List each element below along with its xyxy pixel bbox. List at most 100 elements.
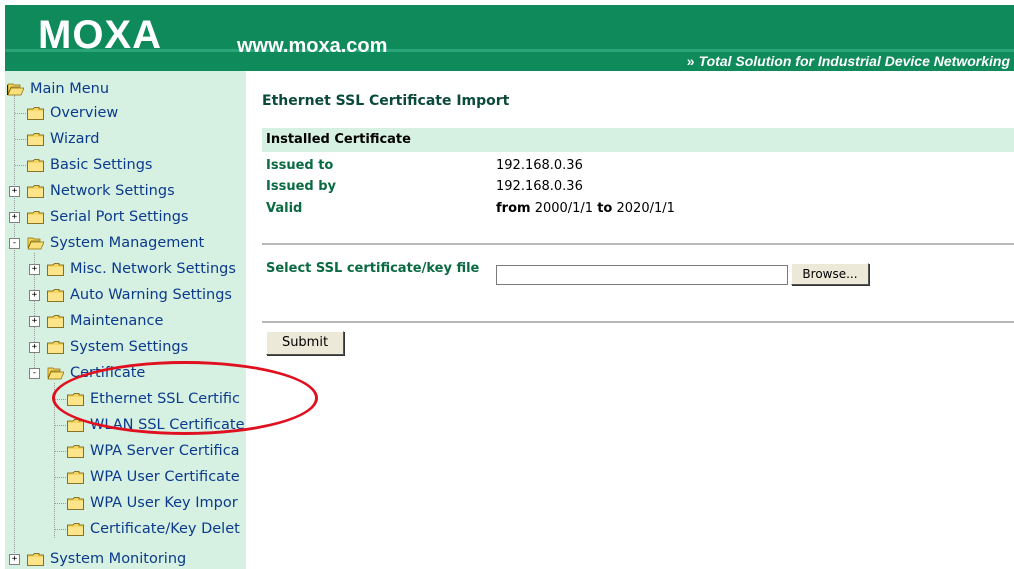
expand-toggle[interactable]: + <box>9 554 20 565</box>
sidebar-item-wpa-user-certificate[interactable]: WPA User Certificate <box>67 467 240 487</box>
sidebar-item-label: Ethernet SSL Certific <box>90 391 240 407</box>
folder-icon <box>27 552 44 566</box>
sidebar-item-label: System Settings <box>70 339 189 355</box>
sidebar-item-label: Wizard <box>50 131 100 147</box>
tagline-text: Total Solution for Industrial Device Net… <box>698 53 1010 69</box>
sidebar-item-label: Overview <box>50 105 119 121</box>
divider <box>262 321 1014 323</box>
folder-icon <box>27 210 44 224</box>
header-banner: MOXA www.moxa.com » Total Solution for In… <box>5 5 1014 71</box>
expand-toggle[interactable]: + <box>29 290 40 301</box>
expand-toggle[interactable]: + <box>9 212 20 223</box>
folder-icon <box>47 262 64 276</box>
tree-line <box>55 425 66 426</box>
sidebar-item-misc-network-settings[interactable]: Misc. Network Settings <box>47 259 236 279</box>
installed-certificate-header: Installed Certificate <box>262 128 1014 152</box>
folder-icon <box>27 184 44 198</box>
main-content: Ethernet SSL Certificate Import Installe… <box>246 71 1014 569</box>
open-folder-icon <box>27 237 44 250</box>
ssl-file-input[interactable] <box>496 265 788 285</box>
sidebar-item-maintenance[interactable]: Maintenance <box>47 311 163 331</box>
sidebar-item-system-monitoring[interactable]: System Monitoring <box>27 549 186 569</box>
sidebar-item-label: Main Menu <box>30 81 110 97</box>
tree-line <box>55 399 66 400</box>
sidebar-item-certificate[interactable]: Certificate <box>47 363 145 383</box>
sidebar-item-basic-settings[interactable]: Basic Settings <box>27 155 152 175</box>
folder-icon <box>27 132 44 146</box>
sidebar-item-label: Network Settings <box>50 183 175 199</box>
sidebar-item-label: Auto Warning Settings <box>70 287 232 303</box>
sidebar-menu: Main Menu Overview Wizard Basic Settings… <box>5 71 246 569</box>
tree-line <box>15 139 26 140</box>
sidebar-item-label: Basic Settings <box>50 157 153 173</box>
submit-button[interactable]: Submit <box>266 331 344 355</box>
collapse-toggle[interactable]: - <box>9 238 20 249</box>
expand-toggle[interactable]: + <box>29 342 40 353</box>
valid-value: from 2000/1/1 to 2020/1/1 <box>496 201 675 216</box>
valid-from-word: from <box>496 201 531 216</box>
folder-icon <box>27 158 44 172</box>
folder-icon <box>67 496 84 510</box>
tree-line <box>54 383 55 538</box>
valid-to-date: 2020/1/1 <box>616 201 675 216</box>
tree-line <box>55 477 66 478</box>
sidebar-item-label: WPA User Certificate <box>90 469 240 485</box>
sidebar-item-label: Serial Port Settings <box>50 209 189 225</box>
folder-icon <box>67 444 84 458</box>
tree-line <box>55 451 66 452</box>
sidebar-item-system-management[interactable]: System Management <box>27 233 204 253</box>
folder-icon <box>47 340 64 354</box>
folder-icon <box>67 522 84 536</box>
header-tagline: » Total Solution for Industrial Device Ne… <box>687 53 1010 69</box>
sidebar-item-label: System Management <box>50 235 205 251</box>
sidebar-item-network-settings[interactable]: Network Settings <box>27 181 175 201</box>
expand-toggle[interactable]: + <box>29 316 40 327</box>
sidebar-item-label: Misc. Network Settings <box>70 261 236 277</box>
sidebar-item-label: WPA User Key Impor <box>90 495 238 511</box>
expand-toggle[interactable]: + <box>29 264 40 275</box>
folder-icon <box>67 418 84 432</box>
page-title: Ethernet SSL Certificate Import <box>262 93 510 109</box>
sidebar-item-wlan-ssl-certificate[interactable]: WLAN SSL Certificate <box>67 415 245 435</box>
issued-by-label: Issued by <box>266 179 336 194</box>
folder-icon <box>27 106 44 120</box>
expand-toggle[interactable]: + <box>9 186 20 197</box>
folder-icon <box>47 314 64 328</box>
sidebar-item-serial-port-settings[interactable]: Serial Port Settings <box>27 207 188 227</box>
sidebar-item-wpa-server-certificate[interactable]: WPA Server Certifica <box>67 441 240 461</box>
sidebar-item-ethernet-ssl-certificate[interactable]: Ethernet SSL Certific <box>67 389 240 409</box>
sidebar-item-main-menu[interactable]: Main Menu <box>7 79 109 99</box>
sidebar-item-label: Certificate/Key Delet <box>90 521 240 537</box>
open-folder-icon <box>7 83 24 96</box>
sidebar-item-system-settings[interactable]: System Settings <box>47 337 188 357</box>
sidebar-item-label: Certificate <box>70 365 146 381</box>
valid-from-date: 2000/1/1 <box>534 201 594 216</box>
valid-label: Valid <box>266 201 303 216</box>
sidebar-item-label: Maintenance <box>70 313 164 329</box>
browse-button[interactable]: Browse... <box>791 263 869 285</box>
tree-line <box>15 165 26 166</box>
sidebar-item-wpa-user-key-import[interactable]: WPA User Key Impor <box>67 493 238 513</box>
sidebar-item-auto-warning-settings[interactable]: Auto Warning Settings <box>47 285 232 305</box>
valid-to-word: to <box>597 201 613 216</box>
tree-line <box>55 503 66 504</box>
folder-icon <box>67 392 84 406</box>
sidebar-item-label: System Monitoring <box>50 551 187 567</box>
ssl-file-label: Select SSL certificate/key file <box>266 261 480 276</box>
header-url[interactable]: www.moxa.com <box>237 35 387 57</box>
issued-to-label: Issued to <box>266 158 334 173</box>
open-folder-icon <box>47 367 64 380</box>
sidebar-item-certificate-key-delete[interactable]: Certificate/Key Delet <box>67 519 240 539</box>
divider <box>262 243 1014 245</box>
issued-by-value: 192.168.0.36 <box>496 179 583 194</box>
folder-icon <box>47 288 64 302</box>
double-chevron-icon: » <box>686 53 695 69</box>
collapse-toggle[interactable]: - <box>29 368 40 379</box>
sidebar-item-overview[interactable]: Overview <box>27 103 118 123</box>
tree-line <box>15 113 26 114</box>
sidebar-item-label: WPA Server Certifica <box>90 443 240 459</box>
section-title: Installed Certificate <box>266 132 411 147</box>
sidebar-item-wizard[interactable]: Wizard <box>27 129 99 149</box>
tree-line <box>55 529 66 530</box>
folder-icon <box>67 470 84 484</box>
